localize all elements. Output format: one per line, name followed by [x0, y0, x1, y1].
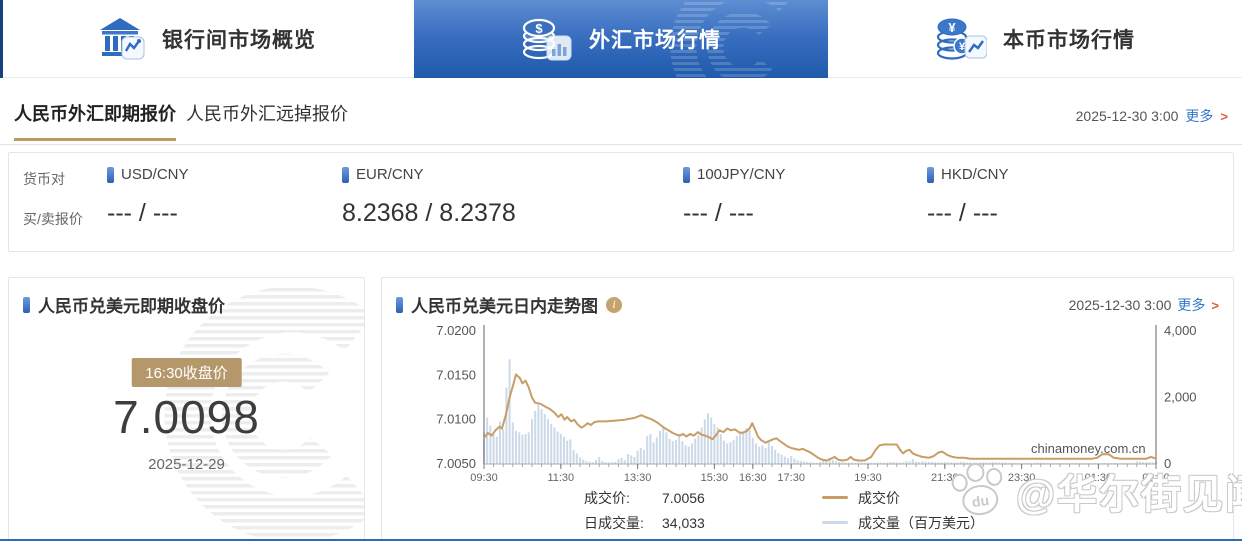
tab-local-currency-market[interactable]: ¥ ¥ 本币市场行情: [828, 0, 1242, 78]
svg-text:23:30: 23:30: [1008, 472, 1036, 484]
closing-price-date: 2025-12-29: [148, 456, 225, 473]
yuan-coins-chart-icon: ¥ ¥: [936, 18, 987, 60]
price-line-swatch: [822, 496, 848, 499]
closing-price-card: 人民币兑美元即期收盘价 16:30收盘价 7.0098 2025-12-29: [8, 277, 365, 540]
svg-text:15:30: 15:30: [701, 472, 729, 484]
svg-text:16:30: 16:30: [739, 472, 767, 484]
title-marker: [23, 296, 30, 313]
subtab-forward-swap-quotes[interactable]: 人民币外汇远掉报价: [186, 100, 348, 138]
title-marker: [396, 296, 403, 313]
more-link[interactable]: 更多: [1185, 106, 1213, 126]
tab-fx-market[interactable]: $ 外汇市场行情: [414, 0, 828, 78]
svg-text:21:30: 21:30: [931, 472, 959, 484]
pair-quote-value: --- / ---: [107, 199, 178, 227]
svg-text:7.0150: 7.0150: [436, 367, 476, 382]
legend-volume: 成交量（百万美元）: [822, 510, 984, 535]
svg-text:13:30: 13:30: [624, 472, 652, 484]
stat-daily-volume: 日成交量: 34,033: [584, 510, 705, 535]
tab-label: 外汇市场行情: [589, 29, 721, 52]
subtab-spot-quotes[interactable]: 人民币外汇即期报价: [14, 100, 176, 141]
chevron-right-icon[interactable]: >: [1211, 298, 1219, 313]
legend-label: 成交价: [858, 489, 900, 506]
page: 银行间市场概览 $ 外汇市场行情 ¥ ¥ 本币市场行情 人民币外汇即期报价 人民…: [0, 0, 1242, 541]
pair-label: 100JPY/CNY: [697, 166, 786, 183]
svg-text:$: $: [535, 21, 543, 36]
tab-label: 本币市场行情: [1003, 29, 1135, 52]
pair-marker: [107, 166, 114, 183]
svg-text:03:00: 03:00: [1142, 472, 1170, 484]
chart-legend: 成交价 成交量（百万美元）: [822, 485, 984, 535]
stat-value: 7.0056: [662, 489, 705, 506]
info-icon[interactable]: i: [606, 296, 622, 313]
window-edge: [0, 0, 3, 78]
pair-quote-value: --- / ---: [927, 199, 998, 227]
pair-marker: [927, 166, 934, 183]
dollar-coins-chart-icon: $: [522, 18, 572, 61]
row-label-pair: 货币对: [23, 171, 65, 187]
pair-label: EUR/CNY: [356, 166, 424, 183]
pair-label: USD/CNY: [121, 166, 189, 183]
chart-timestamp: 2025-12-30 3:00: [1068, 297, 1172, 313]
quote-timestamp: 2025-12-30 3:00: [1075, 108, 1179, 124]
tab-interbank-overview[interactable]: 银行间市场概览: [0, 0, 414, 78]
quote-subnav: 人民币外汇即期报价 人民币外汇远掉报价 2025-12-30 3:00 更多 >: [0, 78, 1242, 145]
svg-text:7.0200: 7.0200: [436, 323, 476, 338]
stat-value: 34,033: [662, 514, 705, 531]
svg-text:0: 0: [1164, 456, 1171, 471]
legend-price: 成交价: [822, 485, 984, 510]
svg-text:2,000: 2,000: [1164, 390, 1197, 405]
pair-quote-value: --- / ---: [683, 199, 754, 227]
chevron-right-icon[interactable]: >: [1220, 109, 1228, 124]
svg-text:7.0050: 7.0050: [436, 456, 476, 471]
chart-stats: 成交价: 7.0056 日成交量: 34,033: [584, 485, 705, 535]
top-navigation: 银行间市场概览 $ 外汇市场行情 ¥ ¥ 本币市场行情: [0, 0, 1242, 78]
svg-text:7.0100: 7.0100: [436, 412, 476, 427]
closing-price-value: 7.0098: [113, 391, 260, 443]
pair-label: HKD/CNY: [941, 166, 1009, 183]
svg-text:09:30: 09:30: [470, 472, 498, 484]
legend-label: 成交量（百万美元）: [858, 514, 984, 531]
bank-chart-icon: [100, 18, 145, 60]
svg-text:01:30: 01:30: [1085, 472, 1113, 484]
svg-text:17:30: 17:30: [777, 472, 805, 484]
svg-text:19:30: 19:30: [854, 472, 882, 484]
volume-bar-swatch: [822, 521, 848, 524]
closing-time-badge: 16:30收盘价: [131, 358, 242, 387]
stat-label: 成交价:: [584, 489, 630, 506]
stat-label: 日成交量:: [584, 514, 644, 531]
intraday-chart-card: 7.0200 7.0150 7.0100 7.0050 4,000 2,000 0 09:30…: [381, 277, 1234, 540]
stat-last-price: 成交价: 7.0056: [584, 485, 705, 510]
fx-quote-panel: 货币对 买/卖报价 USD/CNY --- / --- EUR/CNY 8.23…: [8, 152, 1234, 252]
chart-title: 人民币兑美元日内走势图: [411, 297, 598, 316]
svg-text:4,000: 4,000: [1164, 323, 1197, 338]
pair-quote-value: 8.2368 / 8.2378: [342, 199, 516, 227]
row-label-bid-ask: 买/卖报价: [23, 211, 83, 227]
svg-text:11:30: 11:30: [547, 472, 574, 484]
closing-price-title: 人民币兑美元即期收盘价: [38, 297, 225, 316]
intraday-price-volume-chart[interactable]: 7.0200 7.0150 7.0100 7.0050 4,000 2,000 0 09:30…: [382, 278, 1234, 540]
pair-marker: [342, 166, 349, 183]
svg-text:¥: ¥: [948, 20, 956, 35]
tab-label: 银行间市场概览: [162, 29, 316, 52]
site-watermark: chinamoney.com.cn: [1031, 441, 1146, 456]
pair-marker: [683, 166, 690, 183]
more-link[interactable]: 更多: [1177, 295, 1205, 315]
